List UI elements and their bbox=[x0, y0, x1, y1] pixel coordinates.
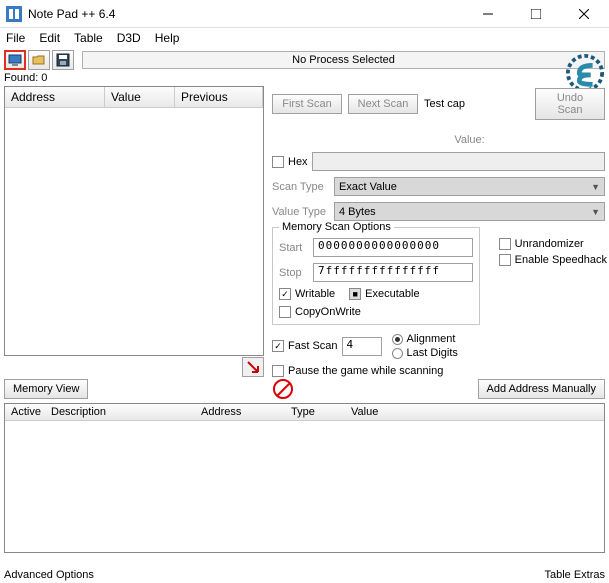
menu-d3d[interactable]: D3D bbox=[117, 31, 141, 45]
titlebar: Note Pad ++ 6.4 bbox=[0, 0, 609, 28]
col-active[interactable]: Active bbox=[5, 404, 45, 420]
speedhack-checkbox[interactable]: Enable Speedhack bbox=[499, 254, 607, 266]
arrow-down-right-icon bbox=[246, 360, 260, 374]
fast-scan-checkbox[interactable]: ✓Fast Scan bbox=[272, 340, 338, 352]
unrandomizer-checkbox[interactable]: Unrandomizer bbox=[499, 238, 607, 250]
first-scan-button[interactable]: First Scan bbox=[272, 94, 342, 114]
value-input[interactable] bbox=[312, 152, 605, 171]
stop-label: Stop bbox=[279, 267, 309, 279]
save-button[interactable] bbox=[52, 50, 74, 70]
hex-checkbox[interactable]: Hex bbox=[272, 156, 308, 168]
stop-input[interactable]: 7fffffffffffffff bbox=[313, 263, 473, 282]
menu-file[interactable]: File bbox=[6, 31, 25, 45]
executable-checkbox[interactable]: ■Executable bbox=[349, 288, 419, 300]
chevron-down-icon: ▼ bbox=[591, 182, 600, 192]
start-input[interactable]: 0000000000000000 bbox=[313, 238, 473, 257]
toolbar: No Process Selected bbox=[0, 48, 609, 72]
alignment-radio[interactable]: Alignment bbox=[392, 333, 458, 345]
app-icon bbox=[6, 6, 22, 22]
menubar: File Edit Table D3D Help bbox=[0, 28, 609, 48]
save-icon bbox=[56, 53, 70, 67]
scan-results-table[interactable]: Address Value Previous bbox=[4, 86, 264, 356]
menu-table[interactable]: Table bbox=[74, 31, 103, 45]
start-label: Start bbox=[279, 242, 309, 254]
value-type-combo[interactable]: 4 Bytes▼ bbox=[334, 202, 605, 221]
add-address-manually-button[interactable]: Add Address Manually bbox=[478, 379, 605, 399]
open-button[interactable] bbox=[28, 50, 50, 70]
next-scan-button[interactable]: Next Scan bbox=[348, 94, 418, 114]
no-process-label: No Process Selected bbox=[292, 54, 395, 66]
col-type[interactable]: Type bbox=[285, 404, 345, 420]
memory-view-button[interactable]: Memory View bbox=[4, 379, 88, 399]
col-address2[interactable]: Address bbox=[195, 404, 285, 420]
advanced-options-link[interactable]: Advanced Options bbox=[4, 569, 94, 581]
copyonwrite-checkbox[interactable]: CopyOnWrite bbox=[279, 306, 361, 318]
select-process-button[interactable] bbox=[4, 50, 26, 70]
writable-checkbox[interactable]: ✓Writable bbox=[279, 288, 335, 300]
minimize-button[interactable] bbox=[473, 4, 503, 24]
undo-scan-button[interactable]: Undo Scan bbox=[535, 88, 605, 120]
forbidden-icon[interactable] bbox=[273, 379, 293, 399]
test-cap-label: Test cap bbox=[424, 98, 465, 110]
scan-type-label: Scan Type bbox=[272, 181, 330, 193]
col-address[interactable]: Address bbox=[5, 87, 105, 107]
menu-edit[interactable]: Edit bbox=[39, 31, 60, 45]
scan-type-combo[interactable]: Exact Value▼ bbox=[334, 177, 605, 196]
col-value2[interactable]: Value bbox=[345, 404, 604, 420]
window-title: Note Pad ++ 6.4 bbox=[28, 7, 473, 21]
memory-scan-options: Memory Scan Options Start000000000000000… bbox=[272, 227, 480, 325]
col-value[interactable]: Value bbox=[105, 87, 175, 107]
menu-help[interactable]: Help bbox=[155, 31, 180, 45]
col-previous[interactable]: Previous bbox=[175, 87, 263, 107]
process-bar: No Process Selected bbox=[82, 51, 605, 69]
memopts-legend: Memory Scan Options bbox=[279, 221, 394, 233]
close-button[interactable] bbox=[569, 4, 599, 24]
computer-icon bbox=[8, 53, 22, 67]
found-count: Found: 0 bbox=[0, 72, 609, 84]
address-list-table[interactable]: Active Description Address Type Value bbox=[4, 403, 605, 553]
maximize-button[interactable] bbox=[521, 4, 551, 24]
col-description[interactable]: Description bbox=[45, 404, 195, 420]
value-label: Value: bbox=[334, 134, 605, 146]
chevron-down-icon: ▼ bbox=[591, 207, 600, 217]
folder-open-icon bbox=[32, 53, 46, 67]
pause-game-checkbox[interactable]: Pause the game while scanning bbox=[272, 365, 443, 377]
value-type-label: Value Type bbox=[272, 206, 330, 218]
last-digits-radio[interactable]: Last Digits bbox=[392, 347, 458, 359]
table-extras-link[interactable]: Table Extras bbox=[544, 569, 605, 581]
fast-scan-input[interactable]: 4 bbox=[342, 337, 382, 356]
add-to-list-button[interactable] bbox=[242, 357, 264, 377]
